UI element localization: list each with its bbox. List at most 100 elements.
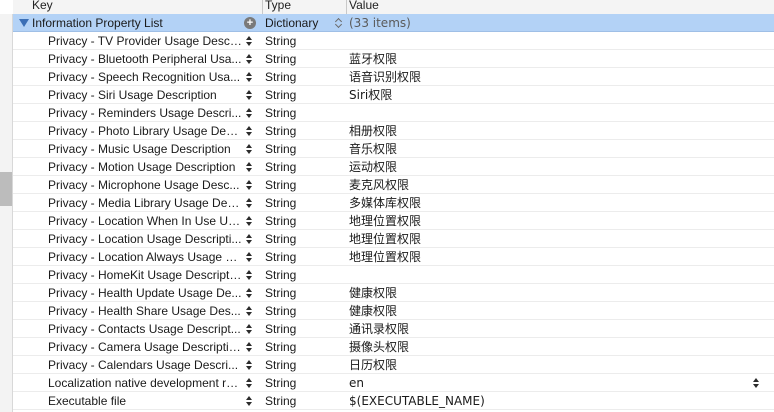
key-stepper-icon[interactable] [245, 232, 253, 246]
property-row[interactable]: Privacy - Speech Recognition Usa... Strin… [13, 68, 774, 86]
property-row[interactable]: Privacy - TV Provider Usage Descr... Stri… [13, 32, 774, 50]
type-cell[interactable]: String [262, 86, 346, 104]
type-cell[interactable]: String [262, 266, 346, 284]
type-cell[interactable]: String [262, 122, 346, 140]
property-row[interactable]: Privacy - Siri Usage Description String Si… [13, 86, 774, 104]
property-row[interactable]: Privacy - Location Always Usage D... Stri… [13, 248, 774, 266]
key-cell[interactable]: Privacy - TV Provider Usage Descr... [13, 32, 262, 50]
property-row[interactable]: Privacy - Contacts Usage Descript... Stri… [13, 320, 774, 338]
property-row[interactable]: Privacy - Camera Usage Description String… [13, 338, 774, 356]
value-cell[interactable]: 健康权限 [346, 284, 774, 302]
key-stepper-icon[interactable] [245, 106, 253, 120]
type-cell[interactable]: String [262, 158, 346, 176]
key-cell[interactable]: Privacy - Calendars Usage Descri... [13, 356, 262, 374]
value-cell[interactable]: 蓝牙权限 [346, 50, 774, 68]
type-cell[interactable]: String [262, 68, 346, 86]
key-stepper-icon[interactable] [245, 160, 253, 174]
property-row[interactable]: Privacy - Microphone Usage Desc... String… [13, 176, 774, 194]
key-cell[interactable]: Privacy - Microphone Usage Desc... [13, 176, 262, 194]
key-cell[interactable]: Privacy - Reminders Usage Descri... [13, 104, 262, 122]
type-cell[interactable]: String [262, 338, 346, 356]
type-cell[interactable]: String [262, 302, 346, 320]
key-stepper-icon[interactable] [245, 178, 253, 192]
type-cell[interactable]: String [262, 320, 346, 338]
value-cell[interactable]: 地理位置权限 [346, 248, 774, 266]
key-cell[interactable]: Privacy - Media Library Usage Des... [13, 194, 262, 212]
key-stepper-icon[interactable] [245, 124, 253, 138]
key-stepper-icon[interactable] [245, 214, 253, 228]
key-stepper-icon[interactable] [245, 34, 253, 48]
property-row[interactable]: Privacy - Music Usage Description String 音… [13, 140, 774, 158]
property-row[interactable]: Privacy - Location When In Use Us... Stri… [13, 212, 774, 230]
key-stepper-icon[interactable] [245, 376, 253, 390]
key-stepper-icon[interactable] [245, 358, 253, 372]
key-cell[interactable]: Privacy - Siri Usage Description [13, 86, 262, 104]
property-row[interactable]: Privacy - Health Share Usage Des... Strin… [13, 302, 774, 320]
value-cell[interactable]: 地理位置权限 [346, 212, 774, 230]
type-popup-icon[interactable] [334, 16, 343, 30]
value-stepper-icon[interactable] [752, 376, 760, 390]
key-cell[interactable]: Privacy - Contacts Usage Descript... [13, 320, 262, 338]
type-cell[interactable]: String [262, 32, 346, 50]
value-cell[interactable]: 语音识别权限 [346, 68, 774, 86]
root-type-cell[interactable]: Dictionary [262, 14, 346, 32]
property-row[interactable]: Privacy - Photo Library Usage Des... Stri… [13, 122, 774, 140]
key-stepper-icon[interactable] [245, 394, 253, 408]
type-cell[interactable]: String [262, 176, 346, 194]
key-stepper-icon[interactable] [245, 286, 253, 300]
property-row[interactable]: Executable file String $(EXECUTABLE_NAME) [13, 392, 774, 410]
key-column-header[interactable]: Key [13, 0, 262, 14]
type-cell[interactable]: String [262, 212, 346, 230]
value-cell[interactable]: 麦克风权限 [346, 176, 774, 194]
value-cell[interactable] [346, 32, 774, 50]
key-stepper-icon[interactable] [245, 88, 253, 102]
key-cell[interactable]: Privacy - Motion Usage Description [13, 158, 262, 176]
key-stepper-icon[interactable] [245, 142, 253, 156]
key-cell[interactable]: Privacy - Music Usage Description [13, 140, 262, 158]
key-cell[interactable]: Privacy - Photo Library Usage Des... [13, 122, 262, 140]
value-cell[interactable]: 多媒体库权限 [346, 194, 774, 212]
key-cell[interactable]: Privacy - HomeKit Usage Descripti... [13, 266, 262, 284]
root-row[interactable]: Information Property List + Dictionary (… [13, 14, 774, 32]
add-icon[interactable]: + [244, 16, 256, 29]
value-cell[interactable]: 地理位置权限 [346, 230, 774, 248]
type-cell[interactable]: String [262, 104, 346, 122]
value-cell[interactable]: en [346, 374, 774, 392]
value-column-header[interactable]: Value [346, 0, 774, 14]
property-row[interactable]: Privacy - Motion Usage Description String… [13, 158, 774, 176]
value-cell[interactable] [346, 266, 774, 284]
key-cell[interactable]: Privacy - Location Always Usage D... [13, 248, 262, 266]
key-cell[interactable]: Privacy - Speech Recognition Usa... [13, 68, 262, 86]
type-cell[interactable]: String [262, 356, 346, 374]
key-stepper-icon[interactable] [245, 52, 253, 66]
key-cell[interactable]: Privacy - Bluetooth Peripheral Usa... [13, 50, 262, 68]
type-cell[interactable]: String [262, 194, 346, 212]
key-stepper-icon[interactable] [245, 70, 253, 84]
key-stepper-icon[interactable] [245, 268, 253, 282]
property-row[interactable]: Localization native development re... Str… [13, 374, 774, 392]
property-row[interactable]: Privacy - HomeKit Usage Descripti... Stri… [13, 266, 774, 284]
property-row[interactable]: Privacy - Health Update Usage De... Strin… [13, 284, 774, 302]
property-row[interactable]: Privacy - Bluetooth Peripheral Usa... Str… [13, 50, 774, 68]
key-cell[interactable]: Privacy - Location When In Use Us... [13, 212, 262, 230]
property-row[interactable]: Privacy - Calendars Usage Descri... Strin… [13, 356, 774, 374]
property-row[interactable]: Privacy - Location Usage Descripti... Str… [13, 230, 774, 248]
value-cell[interactable]: $(EXECUTABLE_NAME) [346, 392, 774, 410]
type-column-header[interactable]: Type [262, 0, 346, 14]
key-cell[interactable]: Privacy - Health Update Usage De... [13, 284, 262, 302]
key-stepper-icon[interactable] [245, 196, 253, 210]
key-cell[interactable]: Privacy - Health Share Usage Des... [13, 302, 262, 320]
property-row[interactable]: Privacy - Media Library Usage Des... Stri… [13, 194, 774, 212]
disclosure-triangle-icon[interactable] [19, 18, 29, 27]
value-cell[interactable]: 摄像头权限 [346, 338, 774, 356]
type-cell[interactable]: String [262, 374, 346, 392]
value-cell[interactable]: 健康权限 [346, 302, 774, 320]
type-cell[interactable]: String [262, 140, 346, 158]
key-stepper-icon[interactable] [245, 322, 253, 336]
key-cell[interactable]: Localization native development re... [13, 374, 262, 392]
type-cell[interactable]: String [262, 284, 346, 302]
value-cell[interactable]: Siri权限 [346, 86, 774, 104]
key-cell[interactable]: Privacy - Location Usage Descripti... [13, 230, 262, 248]
value-cell[interactable]: 音乐权限 [346, 140, 774, 158]
type-cell[interactable]: String [262, 392, 346, 410]
